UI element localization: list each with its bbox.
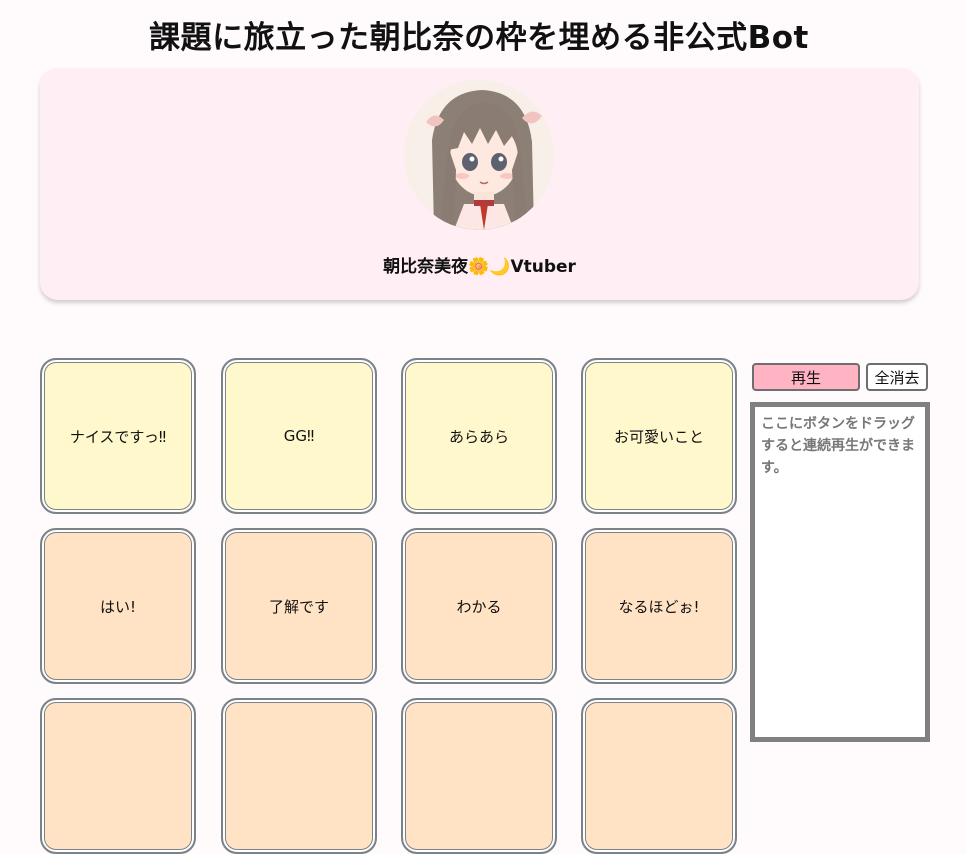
play-button[interactable]: 再生 (752, 363, 860, 391)
avatar (404, 80, 554, 230)
sound-button[interactable] (581, 698, 737, 854)
sound-button[interactable]: ナイスですっ‼ (40, 358, 196, 514)
sound-button[interactable] (40, 698, 196, 854)
sound-button[interactable]: はい! (40, 528, 196, 684)
profile-suffix: Vtuber (510, 257, 576, 277)
profile-name-text: 朝比奈美夜 (383, 257, 469, 277)
profile-name: 朝比奈美夜🌼🌙Vtuber (40, 252, 919, 277)
sound-button[interactable]: お可愛いこと (581, 358, 737, 514)
sound-button[interactable] (221, 698, 377, 854)
profile-card: 朝比奈美夜🌼🌙Vtuber (40, 68, 919, 300)
sound-button[interactable] (401, 698, 557, 854)
flower-moon-emoji: 🌼🌙 (468, 257, 511, 277)
sound-button[interactable]: 了解です (221, 528, 377, 684)
drop-zone-hint: ここにボタンをドラッグすると連続再生ができます。 (761, 416, 915, 476)
sound-button[interactable]: あらあら (401, 358, 557, 514)
playlist-drop-zone[interactable]: ここにボタンをドラッグすると連続再生ができます。 (750, 402, 930, 742)
page-title: 課題に旅立った朝比奈の枠を埋める非公式Bot (149, 20, 809, 56)
sound-button[interactable]: わかる (401, 528, 557, 684)
sound-button[interactable]: GG‼ (221, 358, 377, 514)
clear-all-button[interactable]: 全消去 (866, 363, 928, 391)
sound-button[interactable]: なるほどぉ! (581, 528, 737, 684)
